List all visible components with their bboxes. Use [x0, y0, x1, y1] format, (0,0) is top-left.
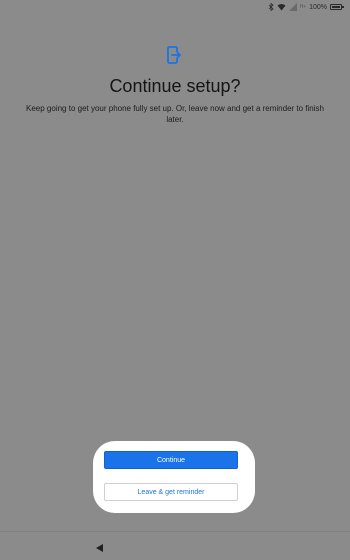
navigation-bar — [0, 531, 350, 560]
leave-and-get-reminder-button[interactable]: Leave & get reminder — [104, 483, 238, 501]
status-bar: H+ 100% — [0, 0, 350, 14]
network-type-label: H+ — [299, 4, 307, 10]
wifi-icon — [277, 3, 286, 11]
phone-exit-icon — [165, 46, 183, 66]
battery-percent: 100% — [309, 3, 327, 11]
signal-icon — [288, 3, 297, 11]
page-title: Continue setup? — [109, 76, 241, 96]
battery-icon — [330, 4, 344, 10]
page-description: Keep going to get your phone fully set u… — [26, 104, 324, 124]
back-icon[interactable] — [95, 540, 105, 552]
bluetooth-icon — [268, 3, 274, 11]
continue-button[interactable]: Continue — [104, 451, 238, 469]
